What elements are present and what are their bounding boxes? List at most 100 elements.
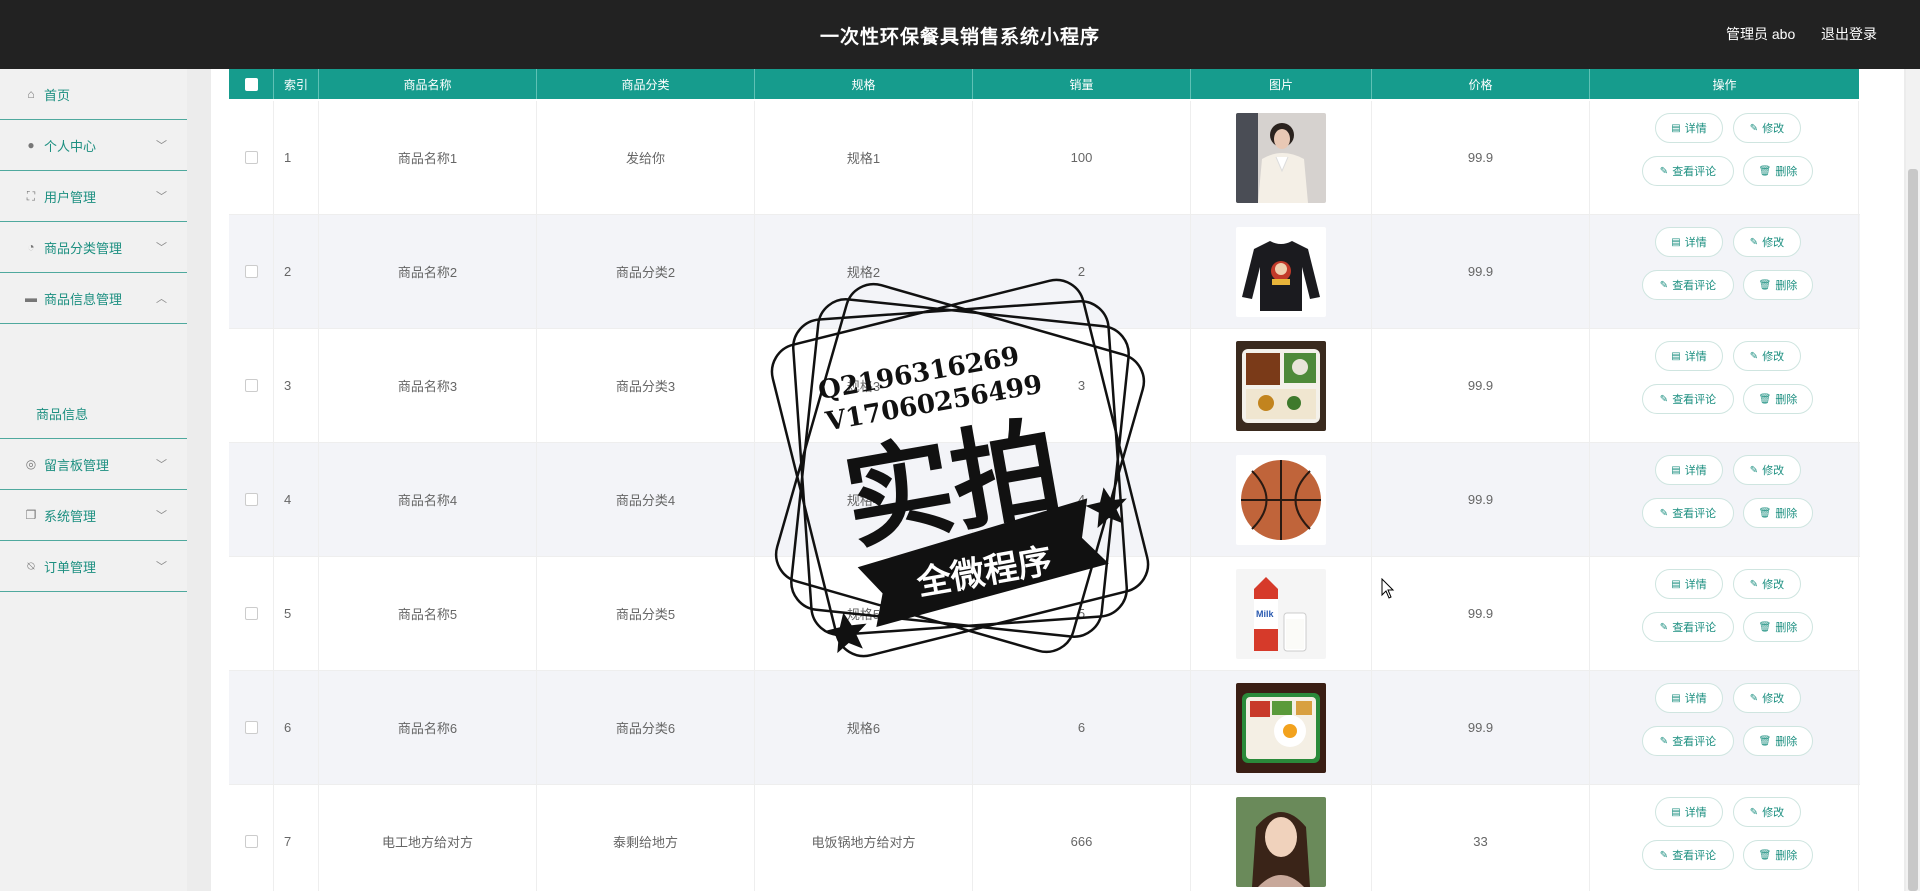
edit-icon: ✎	[1749, 122, 1759, 134]
sidebar-item-personal-center[interactable]: ● 个人中心 ﹀	[0, 120, 187, 171]
row-actions: ▤ 详情 ✎ 修改 ✎ 查看评论 🗑 删除	[1590, 671, 1859, 784]
scrollbar-thumb[interactable]	[1908, 169, 1918, 891]
th-sales: 销量	[973, 69, 1191, 99]
delete-button[interactable]: 🗑 删除	[1743, 840, 1813, 870]
edit-button[interactable]: ✎ 修改	[1733, 113, 1801, 143]
select-all-checkbox[interactable]	[244, 77, 258, 91]
sidebar-item-label: 商品信息管理	[44, 291, 123, 307]
detail-button[interactable]: ▤ 详情	[1655, 227, 1723, 257]
row-checkbox[interactable]	[244, 835, 258, 848]
sidebar-item-label: 订单管理	[44, 559, 97, 575]
detail-button[interactable]: ▤ 详情	[1655, 569, 1723, 599]
trash-icon: 🗑	[1758, 735, 1772, 747]
detail-button[interactable]: ▤ 详情	[1655, 341, 1723, 371]
table-row: 5 商品名称5 商品分类5 规格5 5 Milk 99.9 ▤ 详情 ✎ 修改 ✎ 查看评论 🗑 删除	[229, 557, 1860, 671]
edit-button[interactable]: ✎ 修改	[1733, 569, 1801, 599]
edit-icon: ✎	[1659, 393, 1669, 405]
sidebar-item-label: 留言板管理	[44, 457, 110, 473]
product-spec: 规格6	[755, 671, 973, 784]
row-index: 7	[274, 785, 319, 891]
product-name: 商品名称5	[319, 557, 537, 670]
row-checkbox[interactable]	[244, 493, 258, 506]
sidebar-item-label: 首页	[44, 87, 71, 103]
row-select-cell	[229, 443, 274, 556]
edit-icon: ✎	[1749, 350, 1759, 362]
delete-button[interactable]: 🗑 删除	[1743, 498, 1813, 528]
view-comments-button[interactable]: ✎ 查看评论	[1642, 498, 1734, 528]
sidebar-item-message-board[interactable]: ◎ 留言板管理 ﹀	[0, 439, 187, 490]
document-icon: ▤	[1671, 350, 1681, 362]
product-sales: 5	[973, 557, 1191, 670]
product-spec: 规格1	[755, 101, 973, 214]
row-checkbox[interactable]	[244, 151, 258, 164]
chevron-down-icon: ﹀	[156, 242, 167, 254]
sidebar-item-product-management[interactable]: ▬ 商品信息管理 ︿	[0, 273, 187, 324]
compass-icon: ◎	[25, 457, 37, 471]
delete-button[interactable]: 🗑 删除	[1743, 270, 1813, 300]
view-comments-button[interactable]: ✎ 查看评论	[1642, 612, 1734, 642]
row-index: 1	[274, 101, 319, 214]
sidebar-item-order-management[interactable]: ⍉ 订单管理 ﹀	[0, 541, 187, 592]
row-select-cell	[229, 785, 274, 891]
sidebar-item-user-management[interactable]: ⛶ 用户管理 ﹀	[0, 171, 187, 222]
view-comments-button[interactable]: ✎ 查看评论	[1642, 840, 1734, 870]
product-sales: 100	[973, 101, 1191, 214]
sidebar-item-home[interactable]: ⌂ 首页	[0, 69, 187, 120]
detail-button[interactable]: ▤ 详情	[1655, 113, 1723, 143]
edit-button[interactable]: ✎ 修改	[1733, 341, 1801, 371]
product-price: 99.9	[1372, 671, 1590, 784]
row-checkbox[interactable]	[244, 379, 258, 392]
edit-icon: ✎	[1749, 236, 1759, 248]
delete-button[interactable]: 🗑 删除	[1743, 726, 1813, 756]
product-category: 商品分类5	[537, 557, 755, 670]
sidebar-item-category-management[interactable]: ◔ 商品分类管理 ﹀	[0, 222, 187, 273]
product-image[interactable]: Milk	[1236, 568, 1326, 659]
product-image[interactable]	[1236, 226, 1326, 317]
edit-button[interactable]: ✎ 修改	[1733, 227, 1801, 257]
edit-button[interactable]: ✎ 修改	[1733, 683, 1801, 713]
edit-icon: ✎	[1749, 464, 1759, 476]
chevron-down-icon: ﹀	[156, 140, 167, 152]
button-label: 删除	[1775, 280, 1798, 292]
button-label: 详情	[1684, 351, 1707, 363]
sidebar-subitem-product-info[interactable]: 商品信息	[0, 388, 187, 439]
product-image[interactable]	[1236, 454, 1326, 545]
view-comments-button[interactable]: ✎ 查看评论	[1642, 726, 1734, 756]
button-label: 修改	[1762, 465, 1785, 477]
table-header: 索引 商品名称 商品分类 规格 销量 图片 价格 操作	[229, 69, 1859, 99]
row-index: 3	[274, 329, 319, 442]
select-all-cell	[229, 69, 274, 99]
detail-button[interactable]: ▤ 详情	[1655, 797, 1723, 827]
detail-button[interactable]: ▤ 详情	[1655, 455, 1723, 485]
button-label: 修改	[1762, 237, 1785, 249]
product-image[interactable]	[1236, 340, 1326, 431]
detail-button[interactable]: ▤ 详情	[1655, 683, 1723, 713]
logout-link[interactable]: 退出登录	[1821, 24, 1877, 44]
th-category: 商品分类	[537, 69, 755, 99]
delete-button[interactable]: 🗑 删除	[1743, 612, 1813, 642]
delete-button[interactable]: 🗑 删除	[1743, 384, 1813, 414]
sidebar-item-system-management[interactable]: ❐ 系统管理 ﹀	[0, 490, 187, 541]
trash-icon: 🗑	[1758, 849, 1772, 861]
product-image-cell	[1191, 671, 1372, 784]
view-comments-button[interactable]: ✎ 查看评论	[1642, 384, 1734, 414]
delete-button[interactable]: 🗑 删除	[1743, 156, 1813, 186]
vertical-scrollbar[interactable]	[1906, 69, 1920, 891]
row-checkbox[interactable]	[244, 607, 258, 620]
product-image[interactable]	[1236, 112, 1326, 203]
row-checkbox[interactable]	[244, 721, 258, 734]
product-image-cell: Milk	[1191, 557, 1372, 670]
product-spec: 规格5	[755, 557, 973, 670]
view-comments-button[interactable]: ✎ 查看评论	[1642, 270, 1734, 300]
view-comments-button[interactable]: ✎ 查看评论	[1642, 156, 1734, 186]
edit-icon: ✎	[1749, 692, 1759, 704]
edit-button[interactable]: ✎ 修改	[1733, 797, 1801, 827]
button-label: 查看评论	[1672, 508, 1717, 520]
product-image[interactable]	[1236, 796, 1326, 887]
row-index: 4	[274, 443, 319, 556]
product-image[interactable]	[1236, 682, 1326, 773]
button-label: 修改	[1762, 579, 1785, 591]
edit-button[interactable]: ✎ 修改	[1733, 455, 1801, 485]
row-checkbox[interactable]	[244, 265, 258, 278]
document-icon: ▤	[1671, 578, 1681, 590]
